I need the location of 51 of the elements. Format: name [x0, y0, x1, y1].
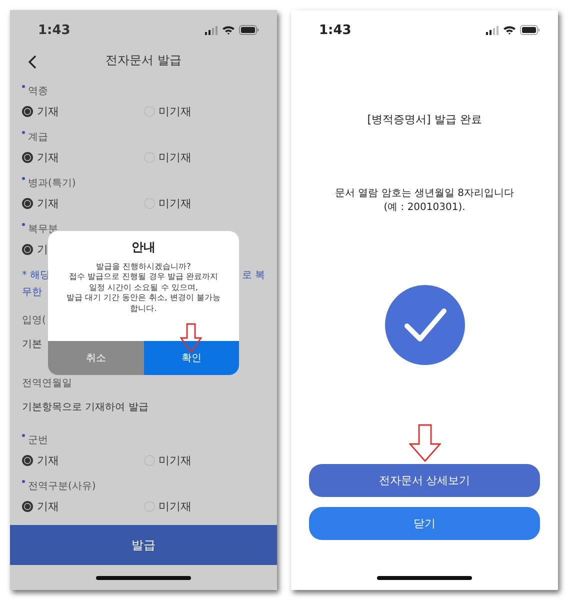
- radio-label: 기재: [37, 452, 59, 468]
- close-button[interactable]: 닫기: [309, 507, 540, 540]
- radio-label: 미기재: [158, 104, 192, 118]
- cancel-button[interactable]: 취소: [48, 341, 144, 375]
- screen-title: 전자문서 발급: [106, 52, 182, 68]
- field-label: 복무분: [28, 223, 58, 236]
- field-label: 전역구분(사유): [28, 480, 96, 493]
- field-value: 기본: [22, 338, 43, 351]
- field-label: 입영(: [22, 314, 46, 327]
- radio-label: 미기재: [158, 196, 192, 210]
- signal-icon: [486, 26, 499, 34]
- radio-button[interactable]: [22, 454, 33, 466]
- radio-button[interactable]: [22, 500, 33, 512]
- battery-icon: [520, 25, 540, 35]
- issue-button[interactable]: 발급: [10, 525, 277, 565]
- dialog-message: 발급을 진행하시겠습니까? 접수 발급으로 진행될 경우 발급 완료까지 일정 시간이 소요될 수 있으며, 발급 대기 기간 동안은 취소, 변경이 불가능 합니다.: [66, 262, 222, 314]
- status-time: 1:43: [319, 22, 352, 38]
- confirm-button[interactable]: 확인: [144, 341, 239, 375]
- wifi-icon: [222, 25, 235, 35]
- radio-label: 기재: [37, 104, 59, 118]
- radio-button[interactable]: [22, 198, 33, 208]
- field-label: 군번: [28, 434, 48, 447]
- down-arrow-icon: [180, 323, 202, 353]
- signal-icon: [205, 26, 218, 34]
- radio-label: 기재: [37, 150, 59, 164]
- field-value: 기본항목으로 기재하여 발급: [22, 401, 150, 414]
- field-label: 계급: [28, 131, 48, 144]
- radio-button[interactable]: [22, 244, 33, 254]
- radio-label: 기재: [37, 196, 59, 210]
- wifi-icon: [503, 25, 516, 35]
- password-notice: 문서 열람 암호는 생년월일 8자리입니다 (예 : 20010301).: [334, 187, 514, 215]
- note-text: 무한: [22, 286, 42, 299]
- battery-icon: [239, 25, 259, 35]
- completion-title: [병적증명서] 발급 완료: [367, 112, 482, 127]
- radio-label: 미기재: [158, 452, 192, 468]
- dialog-title: 안내: [132, 239, 156, 256]
- radio-label: 미기재: [158, 498, 192, 514]
- note-text: 로 복: [242, 269, 265, 282]
- field-label: 병과(특기): [28, 177, 76, 190]
- view-details-button[interactable]: 전자문서 상세보기: [309, 464, 540, 497]
- check-icon: [384, 285, 464, 365]
- back-icon[interactable]: [28, 55, 37, 69]
- radio-label: 기재: [37, 498, 59, 514]
- status-time: 1:43: [38, 22, 70, 38]
- field-label: 전역연월일: [22, 377, 72, 390]
- radio-button[interactable]: [22, 152, 33, 162]
- field-label: 역종: [28, 85, 48, 98]
- radio-label: 기: [37, 242, 48, 256]
- radio-button[interactable]: [22, 106, 33, 116]
- radio-label: 미기재: [158, 150, 192, 164]
- down-arrow-icon: [408, 424, 440, 462]
